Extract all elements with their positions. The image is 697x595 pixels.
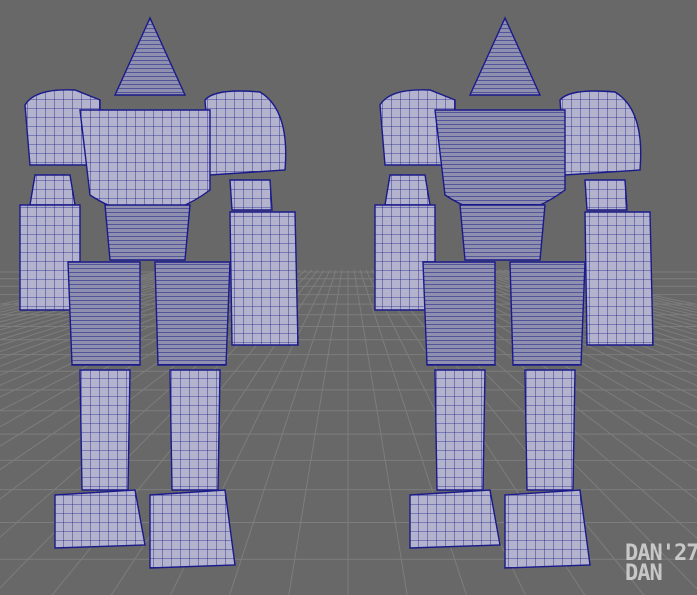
robot-left-thigh	[67, 261, 141, 366]
watermark-logo: DAN'27 DAN	[625, 543, 697, 589]
robot-left-thigh	[422, 261, 496, 366]
robot-left-foot	[409, 489, 501, 549]
robot-right-thigh	[509, 261, 586, 366]
robot-front-view	[19, 16, 299, 569]
wireframe-scene	[0, 16, 697, 595]
robot-head	[468, 16, 542, 96]
robot-head	[113, 16, 187, 96]
watermark-line-2: DAN	[625, 561, 663, 586]
robot-right-thigh	[154, 261, 231, 366]
robot-right-foot	[504, 489, 591, 569]
robot-right-forearm	[584, 211, 654, 346]
robot-left-shin	[79, 369, 131, 491]
grid-line-radial	[353, 269, 408, 595]
robot-left-elbow	[384, 174, 431, 206]
robot-waist	[459, 204, 546, 261]
robot-right-shoulder	[204, 90, 287, 176]
robot-right-shoulder	[559, 90, 642, 176]
robot-waist	[104, 204, 191, 261]
robot-right-elbow	[229, 179, 273, 211]
robot-right-elbow	[584, 179, 628, 211]
3d-viewport[interactable]: DAN'27 DAN	[0, 0, 697, 595]
robot-left-elbow	[29, 174, 76, 206]
robot-right-forearm	[229, 211, 299, 346]
robot-back-view	[374, 16, 654, 569]
robot-right-shin	[524, 369, 576, 491]
robot-right-shin	[169, 369, 221, 491]
robot-torso	[79, 109, 211, 215]
robot-left-shin	[434, 369, 486, 491]
robot-right-foot	[149, 489, 236, 569]
robot-left-foot	[54, 489, 146, 549]
robot-torso	[434, 109, 566, 215]
